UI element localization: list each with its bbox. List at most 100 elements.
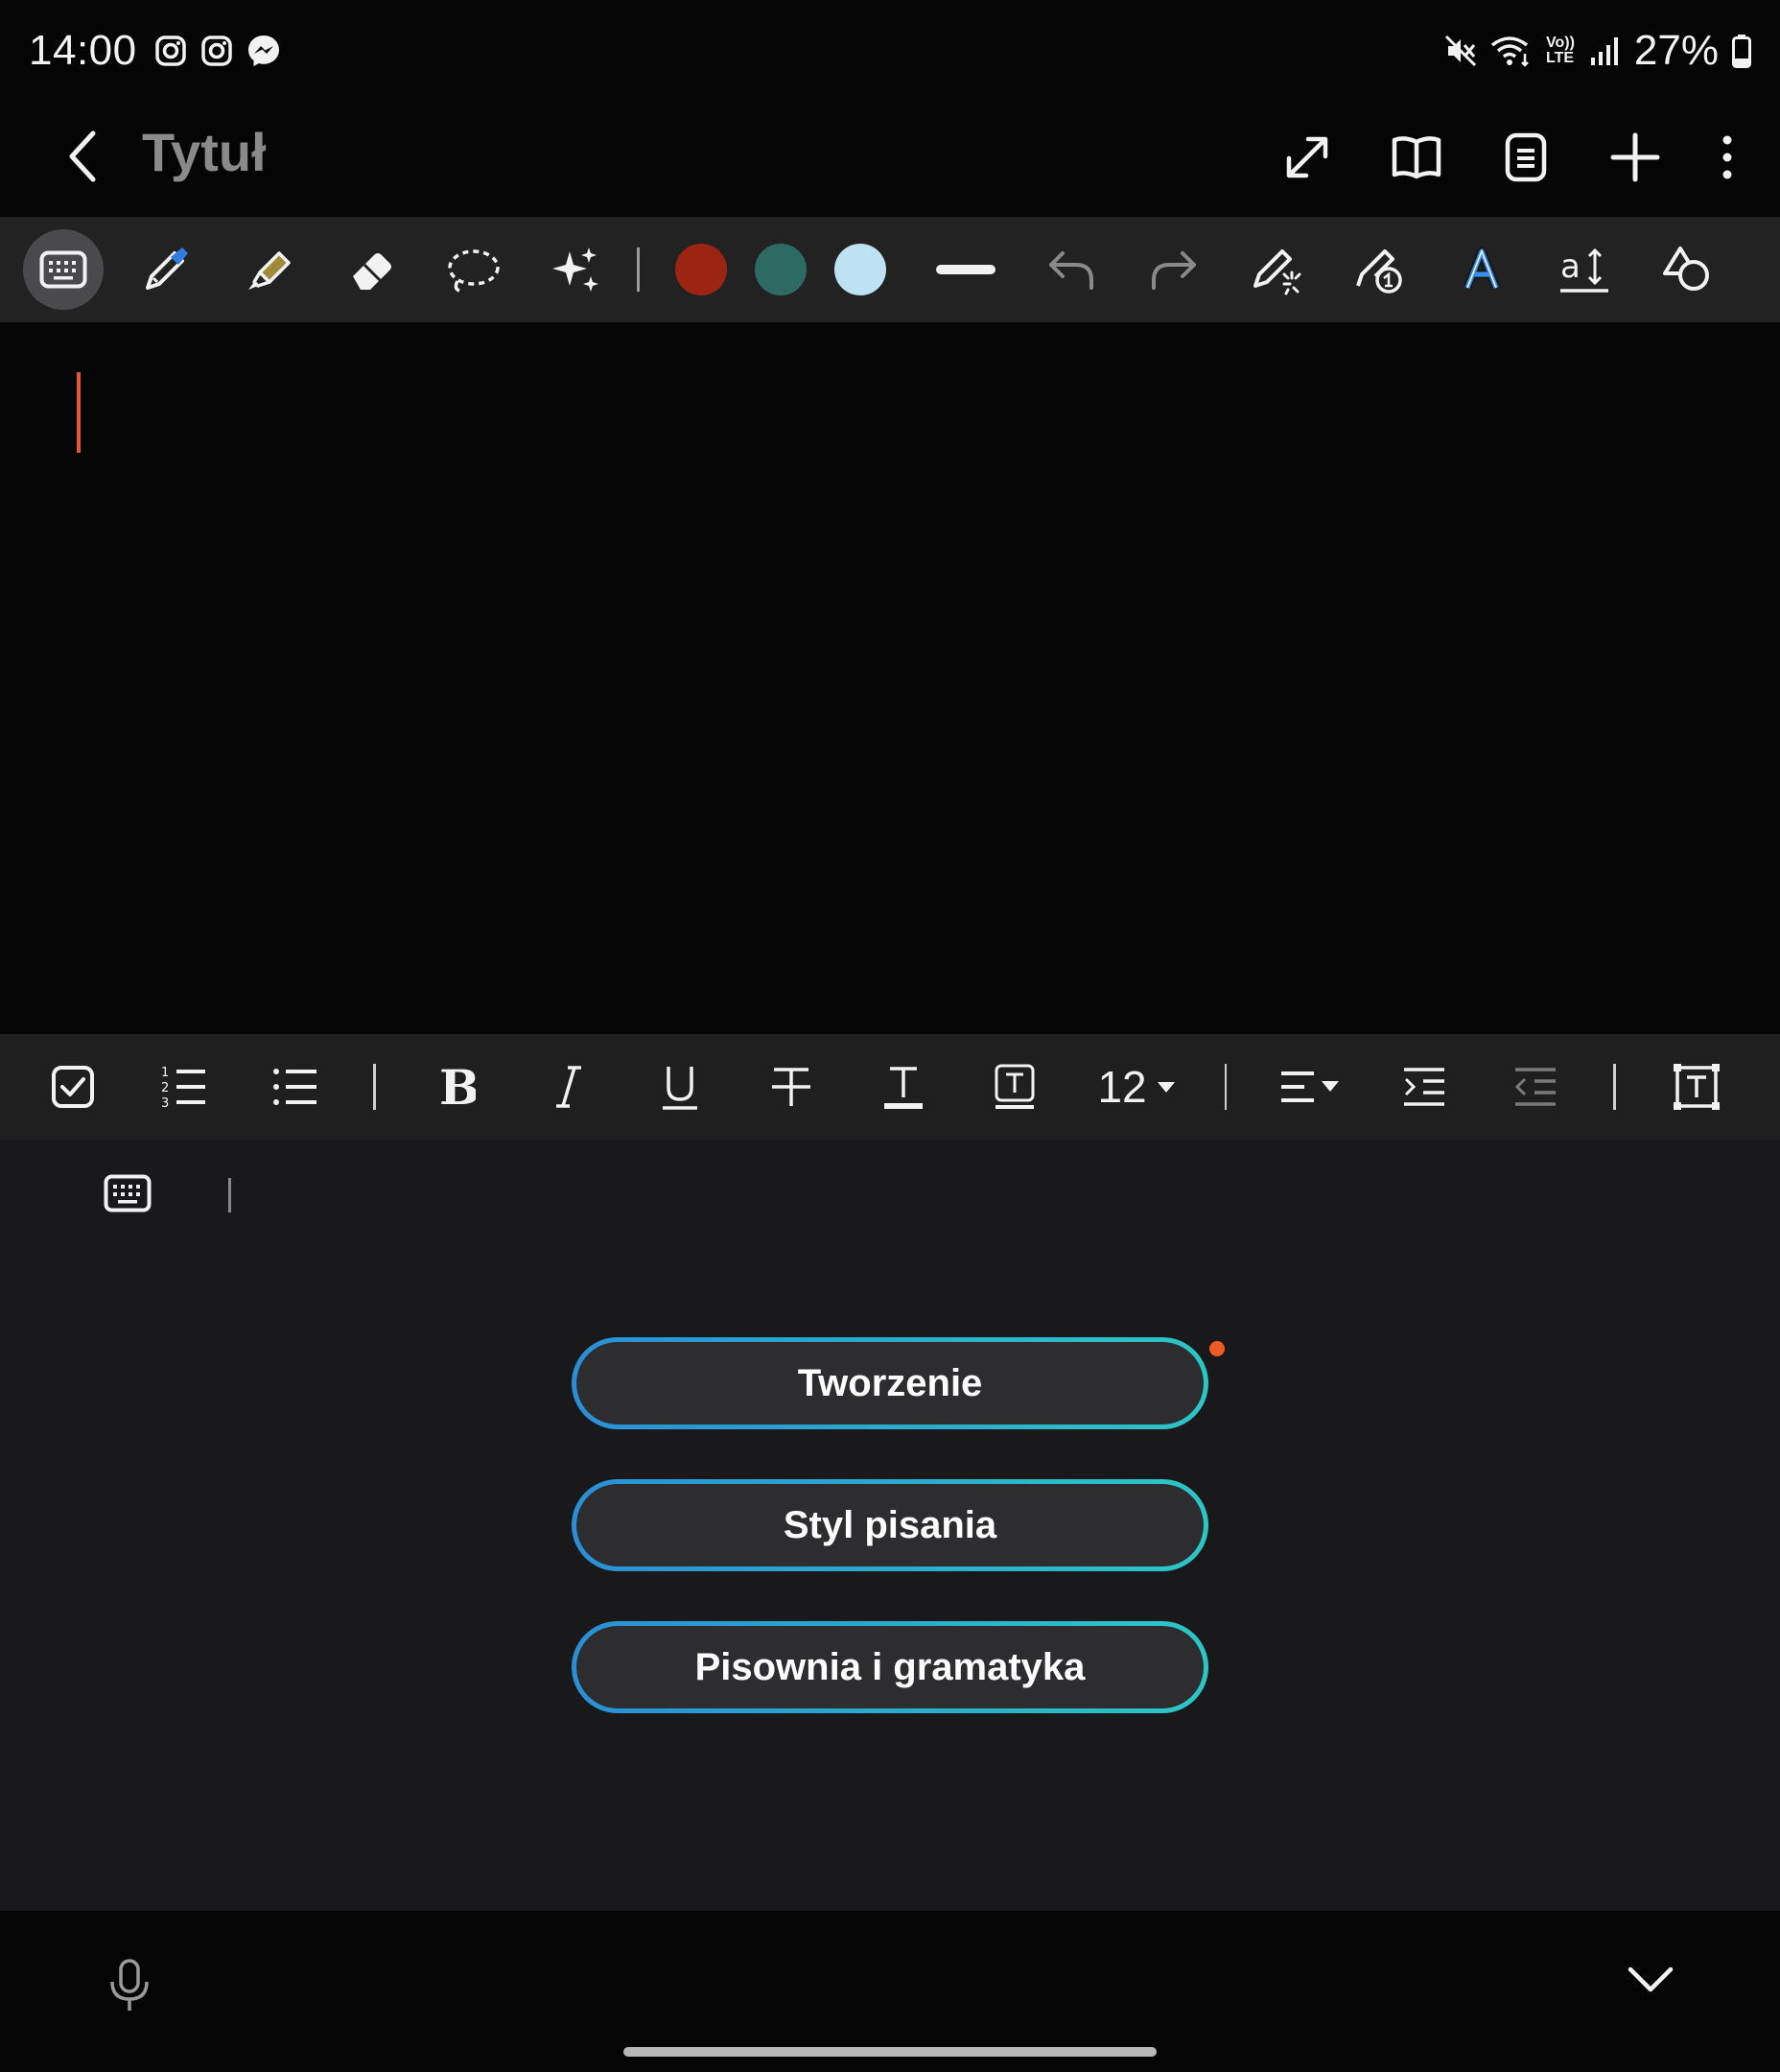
text-size-button[interactable]: a [1544, 229, 1625, 310]
switch-to-keyboard-button[interactable] [104, 1174, 152, 1213]
magic-pen-icon [1253, 249, 1301, 295]
lasso-button[interactable] [433, 229, 514, 310]
color-swatch-green[interactable] [740, 229, 821, 310]
font-size-dropdown[interactable]: 12 [1097, 1048, 1175, 1125]
collapse-button[interactable] [1627, 1965, 1675, 1993]
bottom-bar [0, 1911, 1780, 2072]
eraser-button[interactable] [331, 229, 411, 310]
writing-assist-button[interactable] [1339, 229, 1419, 310]
text-color-button[interactable] [875, 1048, 931, 1125]
underline-icon [662, 1067, 697, 1110]
format-divider [372, 1064, 376, 1110]
pen-button[interactable] [126, 229, 206, 310]
indent-button[interactable] [1395, 1048, 1452, 1125]
undo-icon [1049, 251, 1093, 290]
voice-input-button[interactable] [107, 1959, 152, 2013]
numbered-list-icon: 123 [161, 1066, 205, 1109]
color-swatch [675, 244, 727, 295]
color-swatch-red[interactable] [661, 229, 741, 310]
text-style-icon [1463, 247, 1501, 290]
lasso-icon [448, 249, 500, 293]
option-label: Pisownia i gramatyka [576, 1626, 1204, 1708]
back-button[interactable] [50, 123, 117, 190]
bold-icon: B [439, 1064, 476, 1110]
status-right: Vo)) LTE 27% [1444, 27, 1751, 75]
bulleted-list-icon [273, 1069, 317, 1105]
note-title[interactable]: Tytuł [142, 121, 267, 183]
stroke-width-button[interactable] [923, 229, 1009, 310]
add-button[interactable] [1604, 119, 1667, 196]
instagram-icon [200, 35, 233, 67]
option-styl-pisania-button[interactable]: Styl pisania [572, 1479, 1208, 1571]
align-left-icon [1281, 1071, 1340, 1102]
keyboard-icon [104, 1174, 152, 1213]
input-cursor [228, 1178, 231, 1213]
option-pisownia-button[interactable]: Pisownia i gramatyka [572, 1621, 1208, 1713]
writing-assist-panel: Tworzenie Styl pisania Pisownia i gramat… [0, 1140, 1780, 1911]
handwriting-to-text-button[interactable] [1441, 229, 1522, 310]
color-swatch [755, 244, 807, 295]
redo-icon [1152, 251, 1196, 290]
back-arrow-icon [69, 130, 96, 182]
volte-label-top: Vo)) [1546, 35, 1575, 51]
font-size-value: 12 [1097, 1062, 1147, 1112]
book-view-button[interactable] [1385, 119, 1448, 196]
page-layout-button[interactable] [1494, 119, 1558, 196]
redo-button[interactable] [1134, 229, 1214, 310]
ai-assist-button[interactable] [536, 229, 617, 310]
keyboard-mode-button[interactable] [23, 229, 104, 310]
text-cursor [77, 372, 81, 453]
svg-text:2: 2 [161, 1081, 169, 1095]
bold-button[interactable]: B [429, 1048, 485, 1125]
keyboard-icon [39, 250, 87, 289]
text-box-button[interactable] [1669, 1048, 1725, 1125]
underline-button[interactable] [651, 1048, 708, 1125]
shape-pen-button[interactable] [1236, 229, 1317, 310]
highlighter-button[interactable] [228, 229, 309, 310]
battery-percent: 27% [1633, 27, 1719, 74]
new-badge [1209, 1341, 1225, 1356]
highlighter-icon [248, 251, 291, 290]
svg-text:B: B [439, 1064, 476, 1110]
more-options-button[interactable] [1713, 119, 1742, 196]
option-label: Tworzenie [576, 1342, 1204, 1424]
battery-icon [1732, 34, 1751, 68]
text-background-button[interactable] [986, 1048, 1042, 1125]
align-dropdown[interactable] [1279, 1048, 1341, 1125]
book-view-icon [1392, 136, 1441, 179]
note-canvas[interactable] [0, 322, 1780, 1034]
writing-assist-icon [1356, 249, 1402, 294]
italic-button[interactable] [540, 1048, 597, 1125]
shapes-icon [1663, 247, 1709, 291]
color-swatch-light-blue[interactable] [820, 229, 901, 310]
more-icon [1722, 135, 1732, 179]
outdent-button[interactable] [1508, 1048, 1564, 1125]
pen-toolbar: a [0, 217, 1780, 322]
home-indicator[interactable] [623, 2047, 1157, 2057]
option-label: Styl pisania [576, 1484, 1204, 1566]
mute-icon [1444, 35, 1477, 67]
expand-button[interactable] [1276, 119, 1339, 196]
undo-button[interactable] [1031, 229, 1112, 310]
svg-text:a: a [1560, 247, 1581, 286]
format-toolbar: 123 B 12 [0, 1034, 1780, 1140]
status-time: 14:00 [29, 27, 137, 74]
wifi-icon [1490, 35, 1533, 67]
numbered-list-button[interactable]: 123 [155, 1048, 212, 1125]
shapes-button[interactable] [1647, 229, 1727, 310]
svg-text:3: 3 [161, 1096, 169, 1109]
microphone-icon [110, 1959, 149, 2011]
chevron-down-icon [1628, 1966, 1674, 1992]
signal-icon [1588, 35, 1621, 67]
status-left: 14:00 [29, 27, 281, 75]
toolbar-divider [637, 247, 640, 292]
text-background-icon [995, 1064, 1035, 1109]
italic-icon [555, 1066, 581, 1108]
outdent-icon [1515, 1068, 1557, 1106]
messenger-icon [246, 34, 281, 68]
format-divider [1224, 1064, 1228, 1110]
checkbox-button[interactable] [44, 1048, 101, 1125]
strikethrough-button[interactable] [763, 1048, 820, 1125]
option-tworzenie-button[interactable]: Tworzenie [572, 1337, 1208, 1429]
bulleted-list-button[interactable] [268, 1048, 324, 1125]
